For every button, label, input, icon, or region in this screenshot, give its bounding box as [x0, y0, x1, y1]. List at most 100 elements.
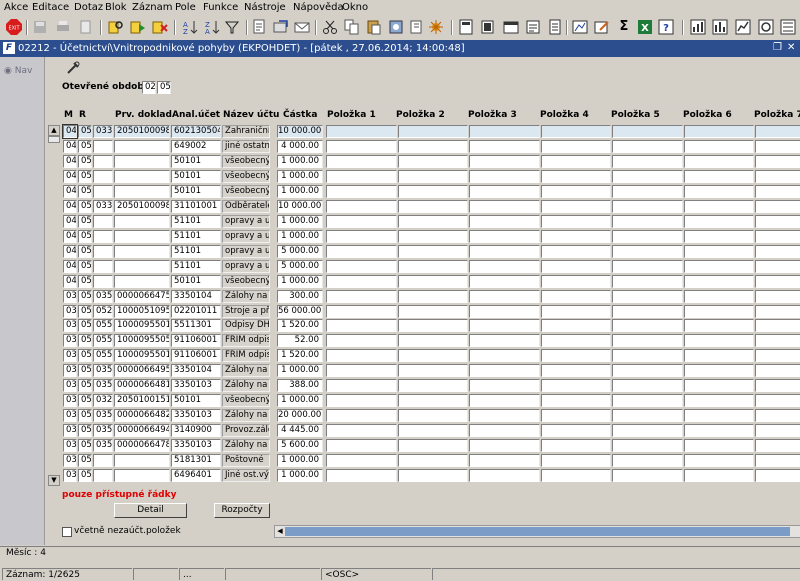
cell-r4-c4[interactable]: 50101 — [171, 185, 221, 198]
polozka-cell-r4-p2[interactable] — [397, 185, 468, 198]
polozka-cell-r9-p1[interactable] — [326, 260, 397, 273]
polozka-cell-r18-p6[interactable] — [683, 394, 754, 407]
cell-r4-c6[interactable]: 1 000.00 — [277, 185, 323, 198]
menu-okno[interactable]: Okno — [342, 2, 368, 13]
cell-r20-c6[interactable]: 4 445.00 — [277, 424, 323, 437]
cell-r22-c2[interactable] — [93, 454, 113, 467]
cell-r23-c6[interactable]: 1 000.00 — [277, 469, 323, 482]
cell-r20-c0[interactable]: 03 — [63, 424, 77, 437]
polozka-cell-r17-p2[interactable] — [397, 379, 468, 392]
polozka-cell-r3-p3[interactable] — [469, 170, 540, 183]
polozka-cell-r19-p2[interactable] — [397, 409, 468, 422]
polozka-cell-r19-p5[interactable] — [612, 409, 683, 422]
include-unposted-checkbox[interactable] — [62, 527, 72, 537]
polozka-cell-r19-p1[interactable] — [326, 409, 397, 422]
cell-r12-c4[interactable]: 02201011 — [171, 305, 221, 318]
cell-r22-c6[interactable]: 1 000.00 — [277, 454, 323, 467]
menu-nastroje[interactable]: Nástroje — [244, 2, 286, 13]
cell-r7-c2[interactable] — [93, 230, 113, 243]
polozka-cell-r6-p3[interactable] — [469, 215, 540, 228]
polozka-cell-r10-p7[interactable] — [755, 275, 800, 288]
polozka-cell-r12-p3[interactable] — [469, 305, 540, 318]
polozka-cell-r5-p3[interactable] — [469, 200, 540, 213]
polozka-cell-r23-p5[interactable] — [612, 469, 683, 482]
polozka-cell-r6-p1[interactable] — [326, 215, 397, 228]
cell-r15-c4[interactable]: 91106001 — [171, 349, 221, 362]
cell-r15-c0[interactable]: 03 — [63, 349, 77, 362]
cell-r21-c4[interactable]: 3350103 — [171, 439, 221, 452]
polozka-cell-r12-p1[interactable] — [326, 305, 397, 318]
cell-r21-c3[interactable]: 0000066478 — [114, 439, 170, 452]
cell-r7-c3[interactable] — [114, 230, 170, 243]
cell-r5-c6[interactable]: 10 000.00 — [277, 200, 323, 213]
polozka-cell-r6-p7[interactable] — [755, 215, 800, 228]
chart4-icon[interactable] — [758, 19, 774, 35]
polozka-cell-r21-p5[interactable] — [612, 439, 683, 452]
polozka-cell-r15-p4[interactable] — [540, 349, 611, 362]
help-icon[interactable]: ? — [658, 19, 674, 35]
polozka-cell-r7-p3[interactable] — [469, 230, 540, 243]
polozka-cell-r21-p4[interactable] — [540, 439, 611, 452]
polozka-cell-r5-p1[interactable] — [326, 200, 397, 213]
polozka-cell-r18-p7[interactable] — [755, 394, 800, 407]
graph-icon[interactable] — [572, 19, 588, 35]
period-field-2[interactable]: 05 — [157, 81, 171, 94]
polozka-cell-r8-p2[interactable] — [397, 245, 468, 258]
cell-r4-c0[interactable]: 04 — [63, 185, 77, 198]
polozka-cell-r20-p3[interactable] — [469, 424, 540, 437]
polozka-cell-r23-p6[interactable] — [683, 469, 754, 482]
cell-r4-c3[interactable] — [114, 185, 170, 198]
document-icon[interactable] — [547, 19, 563, 35]
calculator-icon[interactable] — [458, 19, 474, 35]
cell-r13-c2[interactable]: 055 — [93, 319, 113, 332]
polozka-cell-r0-p1[interactable] — [326, 125, 397, 138]
sort-icon[interactable]: AZ — [182, 19, 198, 35]
polozka-cell-r14-p2[interactable] — [397, 334, 468, 347]
cell-r18-c4[interactable]: 50101 — [171, 394, 221, 407]
polozka-cell-r1-p4[interactable] — [540, 140, 611, 153]
polozka-cell-r12-p2[interactable] — [397, 305, 468, 318]
menu-editace[interactable]: Editace — [32, 2, 69, 13]
polozka-cell-r6-p6[interactable] — [683, 215, 754, 228]
polozka-cell-r10-p3[interactable] — [469, 275, 540, 288]
polozka-cell-r10-p5[interactable] — [612, 275, 683, 288]
cell-r17-c0[interactable]: 03 — [63, 379, 77, 392]
polozka-cell-r17-p7[interactable] — [755, 379, 800, 392]
polozka-cell-r4-p7[interactable] — [755, 185, 800, 198]
polozka-cell-r19-p3[interactable] — [469, 409, 540, 422]
cell-r12-c1[interactable]: 05 — [78, 305, 92, 318]
cell-r21-c0[interactable]: 03 — [63, 439, 77, 452]
cell-r11-c6[interactable]: 300.00 — [277, 290, 323, 303]
cell-r15-c3[interactable]: 1000095501 — [114, 349, 170, 362]
cell-r9-c4[interactable]: 51101 — [171, 260, 221, 273]
polozka-cell-r4-p6[interactable] — [683, 185, 754, 198]
polozka-cell-r2-p3[interactable] — [469, 155, 540, 168]
cell-r2-c3[interactable] — [114, 155, 170, 168]
cell-r7-c4[interactable]: 51101 — [171, 230, 221, 243]
cell-r19-c1[interactable]: 05 — [78, 409, 92, 422]
polozka-cell-r9-p2[interactable] — [397, 260, 468, 273]
polozka-cell-r11-p1[interactable] — [326, 290, 397, 303]
cell-r14-c1[interactable]: 05 — [78, 334, 92, 347]
polozka-cell-r14-p3[interactable] — [469, 334, 540, 347]
cell-r10-c3[interactable] — [114, 275, 170, 288]
polozka-cell-r4-p3[interactable] — [469, 185, 540, 198]
chart2-icon[interactable] — [712, 19, 728, 35]
cell-r10-c0[interactable]: 04 — [63, 275, 77, 288]
polozka-cell-r14-p5[interactable] — [612, 334, 683, 347]
cell-r11-c5[interactable]: Zálohy na d — [222, 290, 270, 303]
polozka-cell-r20-p5[interactable] — [612, 424, 683, 437]
cell-r13-c1[interactable]: 05 — [78, 319, 92, 332]
polozka-cell-r10-p6[interactable] — [683, 275, 754, 288]
cell-r9-c5[interactable]: opravy a ud — [222, 260, 270, 273]
cell-r8-c4[interactable]: 51101 — [171, 245, 221, 258]
polozka-cell-r6-p5[interactable] — [612, 215, 683, 228]
cell-r23-c3[interactable] — [114, 469, 170, 482]
cell-r19-c5[interactable]: Zálohy na c — [222, 409, 270, 422]
polozka-cell-r12-p4[interactable] — [540, 305, 611, 318]
cell-r11-c4[interactable]: 3350104 — [171, 290, 221, 303]
polozka-cell-r8-p1[interactable] — [326, 245, 397, 258]
polozka-cell-r1-p3[interactable] — [469, 140, 540, 153]
excel-icon[interactable]: X — [637, 19, 653, 35]
edit-tool-icon[interactable] — [65, 60, 81, 76]
